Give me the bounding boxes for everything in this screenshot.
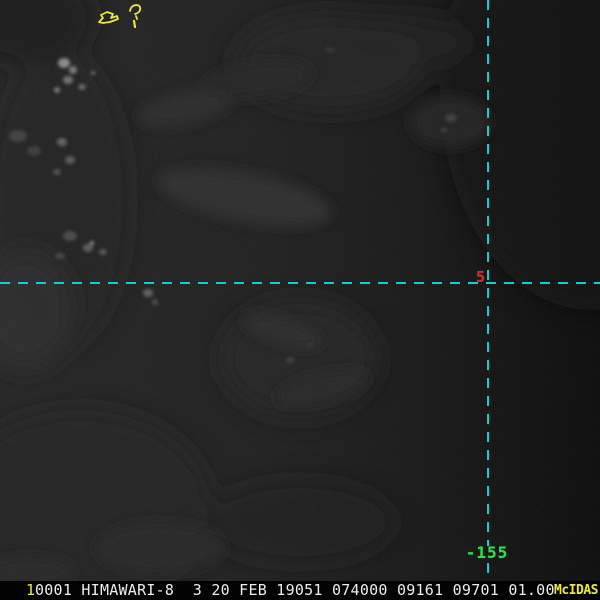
sensor-noise-overlay bbox=[0, 0, 600, 600]
longitude-label: -155 bbox=[465, 543, 509, 562]
mcidas-brand-label: McIDAS bbox=[554, 583, 598, 598]
status-info-text: 0001 HIMAWARI-8 3 20 FEB 19051 074000 09… bbox=[35, 581, 555, 599]
mcidas-image-viewer: 5 -155 1 0001 HIMAWARI-8 3 20 FEB 19051 … bbox=[0, 0, 600, 600]
satellite-image-canvas[interactable] bbox=[0, 0, 600, 600]
frame-number: 1 bbox=[26, 581, 36, 599]
status-bar: 1 0001 HIMAWARI-8 3 20 FEB 19051 074000 … bbox=[0, 581, 600, 600]
latitude-label: 5 bbox=[476, 268, 486, 286]
